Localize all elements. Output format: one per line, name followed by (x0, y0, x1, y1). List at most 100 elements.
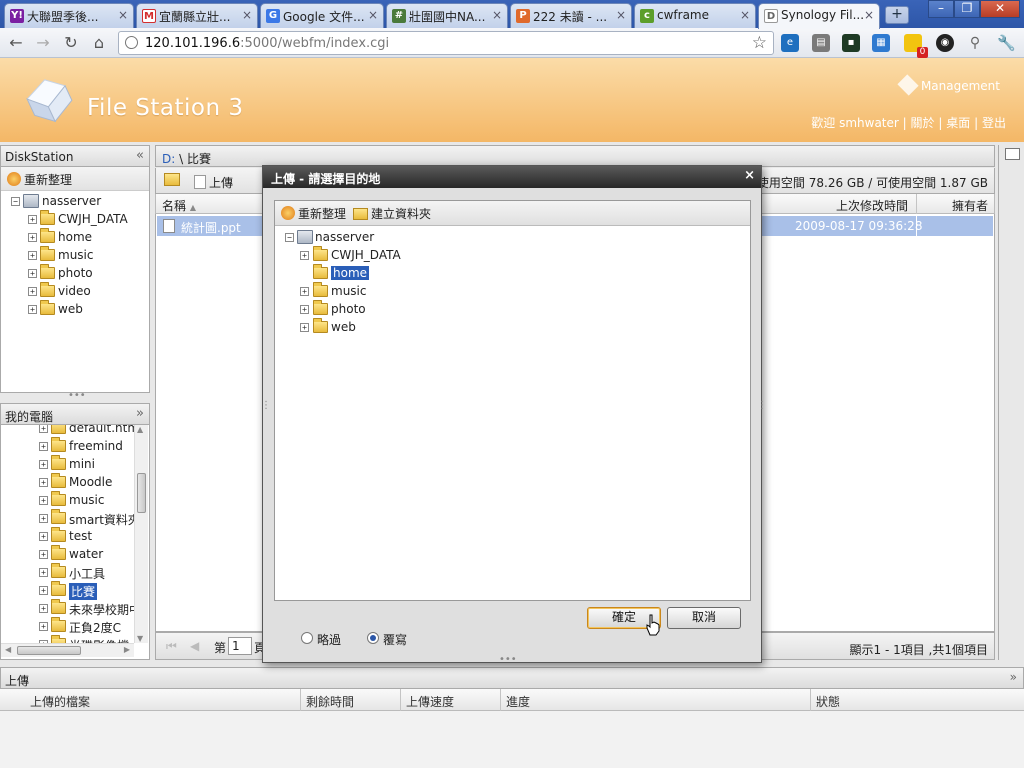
tree-node[interactable]: + water (1, 545, 149, 564)
page-number-input[interactable]: 1 (228, 637, 252, 655)
tab-5[interactable]: P 222 未讀 - ... × (510, 3, 632, 28)
wrench-menu-icon[interactable]: 🔧 (997, 34, 1016, 52)
dialog-right-grip[interactable]: ⋮ (757, 400, 767, 411)
address-bar[interactable]: 120.101.196.6:5000/webfm/index.cgi ☆ (118, 31, 774, 55)
minimize-button[interactable]: – (928, 0, 954, 18)
close-tab-icon[interactable]: × (118, 8, 128, 22)
maximize-button[interactable]: ❐ (954, 0, 980, 18)
expand-node-icon[interactable]: + (39, 460, 48, 469)
dialog-refresh-button[interactable]: 重新整理 (281, 205, 346, 222)
dialog-title-bar[interactable]: 上傳 - 請選擇目的地 × (263, 166, 761, 188)
col-name-header[interactable]: 名稱 ▲ (162, 197, 196, 214)
expand-node-icon[interactable]: + (39, 478, 48, 487)
tab-4[interactable]: # 壯圍國中NA... × (386, 3, 508, 28)
tree-node[interactable]: + CWJH_DATA (1, 210, 149, 229)
tab-3[interactable]: G Google 文件... × (260, 3, 384, 28)
scroll-down-icon[interactable]: ▼ (137, 634, 143, 643)
book-icon[interactable] (1005, 148, 1020, 160)
tree-node[interactable]: + 未來學校期中 (1, 599, 149, 618)
printer-extension-icon[interactable]: ▤ (812, 34, 830, 52)
scroll-right-icon[interactable]: ▶ (124, 645, 130, 654)
expand-node-icon[interactable]: + (39, 425, 48, 433)
logout-link[interactable]: 登出 (982, 116, 1006, 130)
close-tab-icon[interactable]: × (740, 8, 750, 22)
expand-node-icon[interactable]: + (39, 604, 48, 613)
parent-folder-icon[interactable] (164, 173, 180, 186)
scroll-thumb[interactable] (137, 473, 146, 513)
tree-node[interactable]: + home (1, 228, 149, 247)
scroll-left-icon[interactable]: ◀ (5, 645, 11, 654)
screen-extension-icon[interactable]: ▪ (842, 34, 860, 52)
overwrite-radio[interactable] (367, 632, 379, 644)
page-info-icon[interactable] (125, 36, 138, 49)
prev-page-icon[interactable]: ◀ (190, 639, 199, 653)
expand-upload-icon[interactable]: » (1010, 670, 1017, 684)
tree-node[interactable]: + smart資料夾 (1, 509, 149, 528)
tab-2[interactable]: M 宜蘭縣立壯... × (136, 3, 258, 28)
dialog-tree-node[interactable]: + music (275, 282, 750, 301)
ie-tab-extension-icon[interactable]: e (781, 34, 799, 52)
network-extension-icon[interactable]: ▦ (872, 34, 890, 52)
col-remaining[interactable]: 剩餘時間 (306, 693, 354, 710)
splitter-grip[interactable]: ••• (68, 390, 86, 401)
dialog-tree-node[interactable]: + CWJH_DATA (275, 246, 750, 265)
expand-node-icon[interactable]: + (39, 622, 48, 631)
tree-node[interactable]: + mini (1, 455, 149, 474)
dialog-resize-grip[interactable]: ••• (499, 654, 517, 665)
tab-6[interactable]: c cwframe × (634, 3, 756, 28)
scroll-up-icon[interactable]: ▲ (137, 425, 143, 434)
dialog-node-nasserver[interactable]: − nasserver (275, 229, 745, 247)
cancel-button[interactable]: 取消 (667, 607, 741, 629)
dialog-tree-node[interactable]: + photo (275, 300, 750, 319)
expand-node-icon[interactable]: + (28, 215, 37, 224)
close-window-button[interactable]: ✕ (980, 0, 1020, 18)
tree-node[interactable]: + default.html (1, 425, 149, 438)
new-folder-button[interactable]: 建立資料夾 (353, 205, 431, 222)
vertical-scrollbar[interactable]: ▲ ▼ (134, 425, 148, 643)
path-drive-link[interactable]: D: (162, 152, 175, 166)
tree-node[interactable]: + video (1, 282, 149, 301)
tree-node[interactable]: + test (1, 527, 149, 546)
tree-node[interactable]: + web (1, 300, 149, 319)
tree-node[interactable]: + freemind (1, 437, 149, 456)
tree-node[interactable]: + 小工具 (1, 563, 149, 582)
tree-node[interactable]: + 比賽 (1, 581, 149, 600)
expand-node-icon[interactable]: + (300, 305, 309, 314)
close-tab-icon[interactable]: × (242, 8, 252, 22)
dialog-tree-node[interactable]: home (275, 264, 750, 283)
tab-1[interactable]: Y! 大聯盟季後... × (4, 3, 134, 28)
expand-node-icon[interactable]: + (28, 287, 37, 296)
ds-refresh-button[interactable]: 重新整理 (7, 171, 72, 188)
col-speed[interactable]: 上傳速度 (406, 693, 454, 710)
close-tab-icon[interactable]: × (492, 8, 502, 22)
management-link[interactable]: Management (897, 74, 1000, 96)
col-modified-header[interactable]: 上次修改時間 (836, 197, 908, 214)
back-arrow-icon[interactable]: ← (5, 32, 27, 54)
search-extension-icon[interactable]: ⚲ (966, 34, 984, 52)
home-icon[interactable]: ⌂ (88, 32, 110, 54)
col-status[interactable]: 狀態 (816, 693, 840, 710)
tree-node[interactable]: + music (1, 246, 149, 265)
close-tab-icon[interactable]: × (864, 8, 874, 22)
new-tab-button[interactable]: + (885, 6, 909, 24)
bookmark-star-icon[interactable]: ☆ (752, 33, 767, 53)
expand-node-icon[interactable]: + (39, 568, 48, 577)
dialog-tree-node[interactable]: + web (275, 318, 750, 337)
horizontal-scrollbar[interactable]: ◀ ▶ (1, 643, 134, 657)
tree-node[interactable]: + music (1, 491, 149, 510)
desktop-link[interactable]: 桌面 (946, 116, 970, 130)
collapse-node-icon[interactable]: − (285, 233, 294, 242)
collapse-node-icon[interactable]: − (11, 197, 20, 206)
col-owner-header[interactable]: 擁有者 (952, 197, 988, 214)
expand-node-icon[interactable]: + (39, 550, 48, 559)
expand-node-icon[interactable]: + (28, 233, 37, 242)
col-progress[interactable]: 進度 (506, 693, 530, 710)
expand-node-icon[interactable]: + (28, 305, 37, 314)
expand-node-icon[interactable]: + (28, 269, 37, 278)
expand-node-icon[interactable]: + (300, 251, 309, 260)
dialog-close-icon[interactable]: × (744, 168, 755, 183)
expand-node-icon[interactable]: + (300, 287, 309, 296)
close-tab-icon[interactable]: × (368, 8, 378, 22)
collapse-left-icon[interactable]: « (136, 148, 144, 163)
upload-button[interactable]: 上傳 (194, 174, 233, 191)
